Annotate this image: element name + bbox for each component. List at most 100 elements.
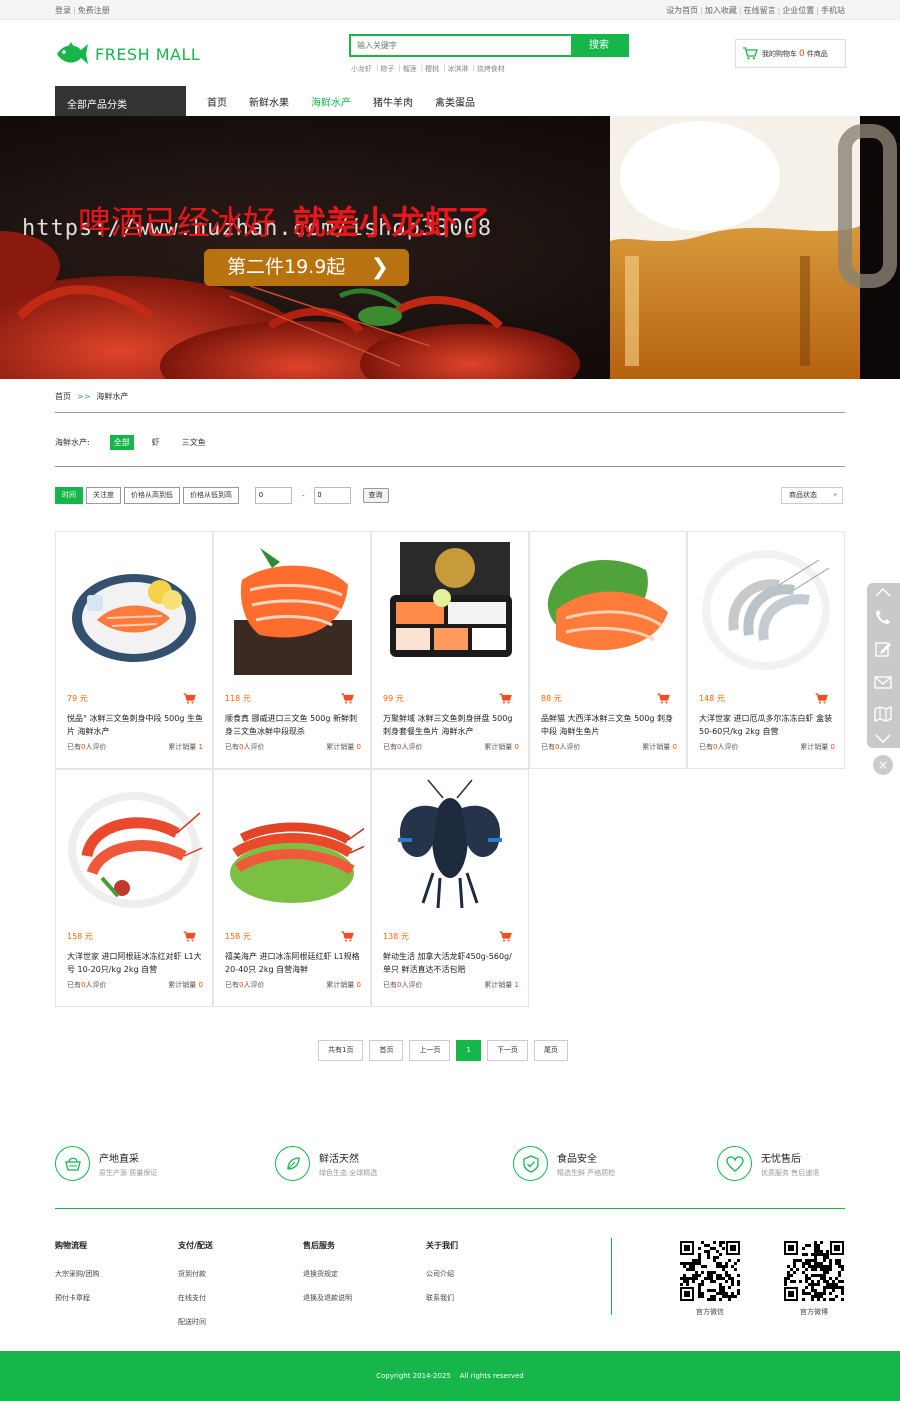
product-name[interactable]: 悦品° 冰鲜三文鱼刺身中段 500g 生鱼片 海鲜水产 bbox=[67, 712, 203, 738]
close-icon[interactable]: × bbox=[873, 755, 893, 775]
breadcrumb-home[interactable]: 首页 bbox=[55, 392, 71, 401]
phone-icon[interactable] bbox=[874, 608, 892, 626]
add-to-cart-icon[interactable] bbox=[657, 693, 670, 704]
chevron-down-icon[interactable] bbox=[874, 733, 892, 745]
footer-link[interactable]: 退换及退款说明 bbox=[303, 1293, 352, 1303]
product-image[interactable] bbox=[62, 778, 206, 916]
hot-keyword[interactable]: 樱桃 bbox=[425, 64, 439, 74]
page-prev-button[interactable]: 上一页 bbox=[409, 1040, 451, 1061]
product-image[interactable] bbox=[220, 778, 364, 916]
filter-option-all[interactable]: 全部 bbox=[109, 435, 134, 450]
footer-link[interactable]: 在线支付 bbox=[178, 1293, 213, 1303]
add-to-cart-icon[interactable] bbox=[183, 693, 196, 704]
hot-keyword[interactable]: 粽子 bbox=[380, 64, 394, 74]
site-logo[interactable]: FRESH MALL bbox=[55, 40, 200, 68]
product-price: 158 元 bbox=[225, 932, 251, 941]
edit-message-icon[interactable] bbox=[874, 640, 892, 658]
product-card[interactable]: 118 元顺食真 挪威进口三文鱼 500g 新鲜刺身三文鱼冰鲜中段现杀 已有0人评… bbox=[213, 531, 371, 769]
product-state-select[interactable]: 商品状态 ▾ bbox=[781, 487, 843, 504]
breadcrumb-current[interactable]: 海鲜水产 bbox=[96, 392, 128, 401]
chevron-up-icon[interactable] bbox=[874, 586, 892, 598]
product-image[interactable] bbox=[536, 540, 680, 678]
review-count: 已有0人评价 bbox=[225, 742, 264, 752]
copyright-text: Copyright 2014-2025 All rights reserved bbox=[376, 1372, 524, 1380]
product-card[interactable]: 88 元品鲜猫 大西洋冰鲜三文鱼 500g 刺身中段 海鲜生鱼片 已有0人评价 累计… bbox=[529, 531, 687, 769]
product-image[interactable] bbox=[694, 540, 838, 678]
sort-attention-button[interactable]: 关注度 bbox=[86, 487, 121, 504]
product-card[interactable]: 158 元禧美海产 进口冰冻阿根廷红虾 L1规格 20-40只 2kg 自营海鲜… bbox=[213, 769, 371, 1007]
add-to-cart-icon[interactable] bbox=[499, 931, 512, 942]
all-categories-button[interactable]: 全部产品分类 bbox=[55, 86, 186, 116]
footer-link[interactable]: 预付卡章程 bbox=[55, 1293, 99, 1303]
cart-button[interactable]: 我的购物车 0 件商品 bbox=[735, 39, 846, 68]
nav-item-seafood[interactable]: 海鲜水产 bbox=[311, 94, 351, 109]
add-to-cart-icon[interactable] bbox=[499, 693, 512, 704]
hot-keyword[interactable]: 榴莲 bbox=[403, 64, 417, 74]
footer-link[interactable]: 公司介绍 bbox=[426, 1269, 458, 1279]
price-min-input[interactable] bbox=[255, 487, 292, 504]
page-first-button[interactable]: 首页 bbox=[369, 1040, 404, 1061]
product-image[interactable] bbox=[378, 540, 522, 678]
query-button[interactable]: 查询 bbox=[362, 488, 389, 503]
product-image[interactable] bbox=[62, 540, 206, 678]
footer-link[interactable]: 货到付款 bbox=[178, 1269, 213, 1279]
product-card[interactable]: 148 元大洋世家 进口厄瓜多尔冻冻白虾 盒装 50-60只/kg 2kg 自营… bbox=[687, 531, 845, 769]
product-name[interactable]: 品鲜猫 大西洋冰鲜三文鱼 500g 刺身中段 海鲜生鱼片 bbox=[541, 712, 677, 738]
product-card[interactable]: 138 元鲜动生活 加拿大活龙虾450g-560g/单只 鲜活直达不活包赔 已有0… bbox=[371, 769, 529, 1007]
hot-keyword[interactable]: 冰淇淋 bbox=[447, 64, 468, 74]
banner-cta-button[interactable]: 第二件19.9起 ❯ bbox=[204, 249, 409, 286]
sort-price-asc-button[interactable]: 价格从低到高 bbox=[183, 487, 239, 504]
qr-weibo: 官方微博 bbox=[783, 1240, 845, 1317]
product-name[interactable]: 大洋世家 进口厄瓜多尔冻冻白虾 盒装 50-60只/kg 2kg 自营 bbox=[699, 712, 835, 738]
product-card[interactable]: 158 元大洋世家 进口阿根廷冰冻红对虾 L1大号 10-20只/kg 2kg … bbox=[55, 769, 213, 1007]
hot-keyword[interactable]: 小龙虾 bbox=[351, 64, 372, 74]
map-icon[interactable] bbox=[874, 705, 892, 723]
sort-time-button[interactable]: 时间 bbox=[55, 487, 83, 504]
online-message-link[interactable]: 在线留言 bbox=[744, 6, 776, 15]
hot-keyword[interactable]: 烧烤食材 bbox=[477, 64, 505, 74]
shopping-cart-icon bbox=[743, 47, 758, 60]
filter-option-shrimp[interactable]: 虾 bbox=[148, 435, 164, 450]
page-next-button[interactable]: 下一页 bbox=[486, 1040, 528, 1061]
page-last-button[interactable]: 尾页 bbox=[533, 1040, 568, 1061]
register-link[interactable]: 免费注册 bbox=[78, 6, 110, 15]
product-name[interactable]: 鲜动生活 加拿大活龙虾450g-560g/单只 鲜活直达不活包赔 bbox=[383, 950, 519, 976]
nav-item-meat[interactable]: 猪牛羊肉 bbox=[373, 94, 413, 109]
product-name[interactable]: 禧美海产 进口冰冻阿根廷红虾 L1规格 20-40只 2kg 自营海鲜 bbox=[225, 950, 361, 976]
product-image[interactable] bbox=[378, 778, 522, 916]
footer-link[interactable]: 大宗采购/团购 bbox=[55, 1269, 99, 1279]
add-to-cart-icon[interactable] bbox=[815, 693, 828, 704]
product-name[interactable]: 万聚鲜域 冰鲜三文鱼刺身拼盘 500g 刺身套餐生鱼片 海鲜水产 bbox=[383, 712, 519, 738]
add-to-cart-icon[interactable] bbox=[341, 931, 354, 942]
promo-banner[interactable]: https://www.huzhan.com/ishop33008 啤酒已经冰好… bbox=[0, 116, 900, 379]
login-link[interactable]: 登录 bbox=[55, 6, 71, 15]
search-button[interactable]: 搜索 bbox=[571, 36, 627, 55]
filter-option-salmon[interactable]: 三文鱼 bbox=[178, 435, 210, 450]
nav-item-fruit[interactable]: 新鲜水果 bbox=[249, 94, 289, 109]
footer-link[interactable]: 联系我们 bbox=[426, 1293, 458, 1303]
sales-number: 0 bbox=[672, 743, 677, 751]
feature-subtitle: 优质服务 售后速退 bbox=[761, 1168, 820, 1177]
add-favorite-link[interactable]: 加入收藏 bbox=[705, 6, 737, 15]
sales-prefix: 累计销量 bbox=[800, 743, 829, 751]
product-name[interactable]: 顺食真 挪威进口三文鱼 500g 新鲜刺身三文鱼冰鲜中段现杀 bbox=[225, 712, 361, 738]
product-price: 88 元 bbox=[541, 694, 562, 703]
mobile-site-link[interactable]: 手机站 bbox=[821, 6, 845, 15]
footer-link[interactable]: 配送时间 bbox=[178, 1317, 213, 1327]
product-image[interactable] bbox=[220, 540, 364, 678]
product-card[interactable]: 79 元悦品° 冰鲜三文鱼刺身中段 500g 生鱼片 海鲜水产 已有0人评价 累计销… bbox=[55, 531, 213, 769]
search-input[interactable] bbox=[351, 36, 571, 55]
sort-price-desc-button[interactable]: 价格从高到低 bbox=[124, 487, 180, 504]
page-current[interactable]: 1 bbox=[456, 1040, 481, 1061]
mail-icon[interactable] bbox=[874, 673, 892, 691]
footer-link[interactable]: 退换货规定 bbox=[303, 1269, 352, 1279]
price-max-input[interactable] bbox=[313, 487, 351, 504]
nav-item-poultry-eggs[interactable]: 禽类蛋品 bbox=[435, 94, 475, 109]
company-location-link[interactable]: 企业位置 bbox=[782, 6, 814, 15]
product-card[interactable]: 99 元万聚鲜域 冰鲜三文鱼刺身拼盘 500g 刺身套餐生鱼片 海鲜水产 已有0人… bbox=[371, 531, 529, 769]
add-to-cart-icon[interactable] bbox=[183, 931, 196, 942]
product-name[interactable]: 大洋世家 进口阿根廷冰冻红对虾 L1大号 10-20只/kg 2kg 自营 bbox=[67, 950, 203, 976]
set-homepage-link[interactable]: 设为首页 bbox=[666, 6, 698, 15]
nav-item-home[interactable]: 首页 bbox=[207, 94, 227, 109]
add-to-cart-icon[interactable] bbox=[341, 693, 354, 704]
